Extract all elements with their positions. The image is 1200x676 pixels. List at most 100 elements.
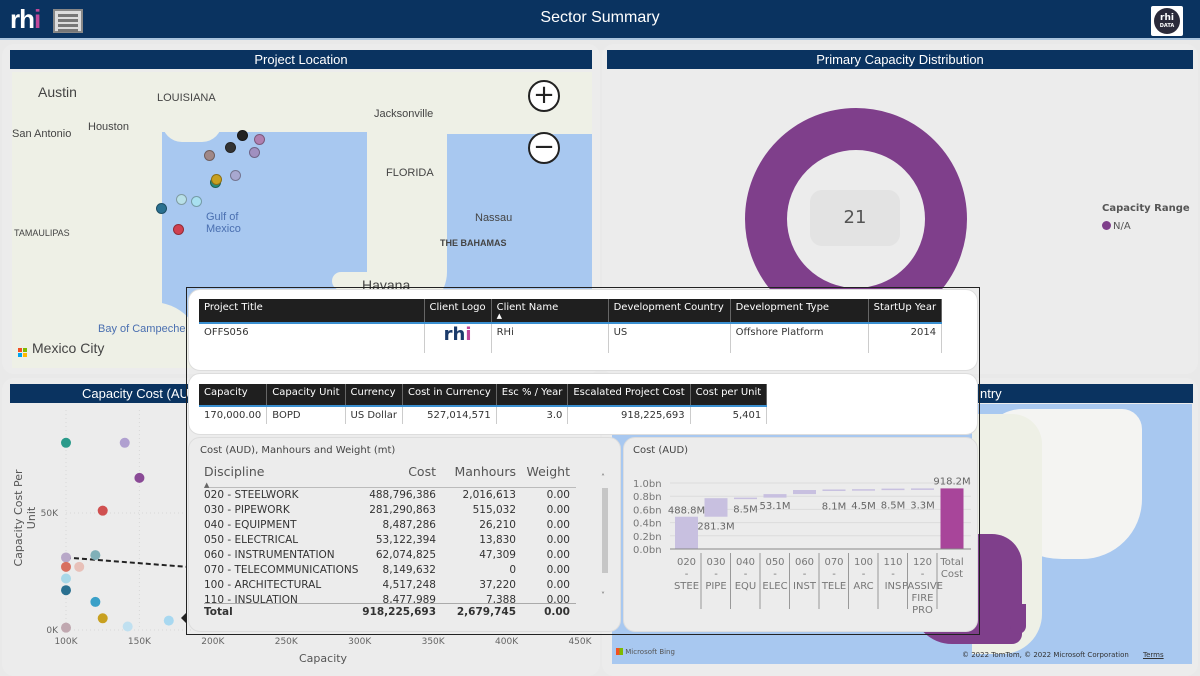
cell-cost-per-unit: 5,401: [690, 406, 768, 424]
zoom-in-button[interactable]: +: [528, 80, 560, 112]
zoom-out-button[interactable]: −: [528, 132, 560, 164]
map-label: Austin: [38, 84, 77, 100]
terms-link[interactable]: Terms: [1143, 651, 1164, 659]
project-marker[interactable]: [249, 147, 260, 158]
scatter-point[interactable]: [97, 613, 108, 624]
scatter-point[interactable]: [61, 622, 71, 633]
col-discipline[interactable]: Discipline ▲: [204, 462, 359, 489]
total-label: Total: [204, 606, 233, 618]
data-label: 8.5M: [733, 505, 758, 516]
project-marker[interactable]: [254, 134, 265, 145]
col-development-type[interactable]: Development Type: [730, 299, 869, 323]
project-marker[interactable]: [211, 174, 222, 185]
col-manhours[interactable]: Manhours: [436, 462, 516, 487]
col-client-name[interactable]: Client Name ▲: [491, 299, 609, 323]
x-tick-label: -: [832, 569, 836, 580]
cell-cost: 8,487,286: [382, 519, 436, 531]
project-marker[interactable]: [191, 196, 202, 207]
x-tick-label: -: [921, 569, 925, 580]
x-tick-label: -: [803, 569, 807, 580]
table-row[interactable]: 100 - ARCHITECTURAL 4,517,248 37,220 0.00: [204, 578, 576, 593]
cell-manhours: 13,830: [479, 534, 516, 546]
data-label: 281.3M: [697, 522, 734, 533]
project-marker[interactable]: [173, 224, 184, 235]
scatter-point[interactable]: [74, 561, 85, 572]
col-esc-per-year[interactable]: Esc % / Year: [496, 384, 569, 406]
waterfall-bar[interactable]: [793, 490, 816, 495]
cell-weight: 0.00: [546, 564, 570, 576]
waterfall-bar[interactable]: [911, 488, 934, 490]
scatter-point[interactable]: [97, 505, 108, 516]
scatter-point[interactable]: [90, 596, 101, 607]
col-cost-per-unit[interactable]: Cost per Unit: [690, 384, 768, 406]
waterfall-bar[interactable]: [822, 489, 846, 491]
map-label: THE BAHAMAS: [440, 238, 507, 248]
table-row[interactable]: 060 - INSTRUMENTATION 62,074,825 47,309 0.0…: [204, 548, 576, 563]
cell-currency: US Dollar: [345, 406, 403, 424]
waterfall-bar[interactable]: [704, 498, 728, 517]
col-project-title[interactable]: Project Title: [199, 299, 425, 323]
waterfall-bar[interactable]: [940, 488, 964, 549]
col-escalated-cost[interactable]: Escalated Project Cost: [567, 384, 691, 406]
map-label: Gulf of Mexico: [206, 211, 241, 235]
scatter-point[interactable]: [119, 437, 130, 448]
table-row[interactable]: 070 - TELECOMMUNICATIONS 8,149,632 0 0.00: [204, 563, 576, 578]
project-marker[interactable]: [237, 130, 248, 141]
scatter-point[interactable]: [134, 472, 145, 483]
scatter-point[interactable]: [61, 561, 71, 572]
x-tick-label: PRO: [912, 605, 933, 616]
data-label: 918.2M: [933, 476, 970, 487]
col-weight[interactable]: Weight: [516, 462, 570, 487]
table-row[interactable]: 050 - ELECTRICAL 53,122,394 13,830 0.00: [204, 533, 576, 548]
project-marker[interactable]: [230, 170, 241, 181]
waterfall-bar[interactable]: [763, 494, 787, 498]
legend-item-na[interactable]: N/A: [1102, 221, 1131, 232]
col-cost-in-currency[interactable]: Cost in Currency: [402, 384, 497, 406]
scatter-point[interactable]: [61, 573, 71, 584]
cell-weight: 0.00: [546, 579, 570, 591]
project-marker[interactable]: [225, 142, 236, 153]
x-tick-label: 450K: [568, 637, 592, 647]
scrollbar-thumb[interactable]: [602, 488, 608, 573]
col-client-logo[interactable]: Client Logo: [424, 299, 492, 323]
waterfall-bar[interactable]: [881, 488, 905, 491]
waterfall-bar[interactable]: [675, 516, 698, 549]
discipline-card-title: Cost (AUD), Manhours and Weight (mt): [200, 445, 396, 456]
scatter-point[interactable]: [61, 552, 71, 563]
waterfall-bar[interactable]: [734, 497, 757, 500]
bing-logo: Microsoft Bing: [616, 648, 675, 656]
rhi-data-badge[interactable]: rhi DATA: [1151, 6, 1183, 36]
col-development-country[interactable]: Development Country: [608, 299, 731, 323]
table-row[interactable]: 020 - STEELWORK 488,796,386 2,016,613 0.00: [204, 488, 576, 503]
capacity-distribution-title: Primary Capacity Distribution: [607, 50, 1193, 69]
table-row[interactable]: 040 - EQUIPMENT 8,487,286 26,210 0.00: [204, 518, 576, 533]
donut-center-value: 21: [810, 190, 900, 246]
scatter-point[interactable]: [163, 615, 174, 626]
table-row[interactable]: 110 - INSULATION 8,477,989 7,388 0.00: [204, 593, 576, 603]
data-label: 53.1M: [760, 501, 791, 512]
col-capacity-unit[interactable]: Capacity Unit: [266, 384, 346, 406]
project-marker[interactable]: [176, 194, 187, 205]
scatter-point[interactable]: [61, 585, 71, 596]
x-tick-label: -: [714, 569, 718, 580]
cell-manhours: 0: [509, 564, 516, 576]
table-row[interactable]: 030 - PIPEWORK 281,290,863 515,032 0.00: [204, 503, 576, 518]
col-capacity[interactable]: Capacity: [199, 384, 268, 406]
cell-client-name: RHi: [491, 323, 609, 353]
project-marker[interactable]: [204, 150, 215, 161]
scroll-down-icon[interactable]: ˅: [601, 591, 605, 600]
x-tick-label: 030: [706, 557, 725, 568]
col-startup-year[interactable]: StartUp Year: [868, 299, 943, 323]
total-manhours: 2,679,745: [456, 606, 516, 618]
scroll-up-icon[interactable]: ˄: [601, 473, 605, 482]
map-label: San Antonio: [12, 128, 72, 140]
x-tick-label: FIRE: [912, 593, 934, 604]
scatter-point[interactable]: [61, 437, 71, 448]
scatter-point[interactable]: [122, 621, 133, 632]
project-marker[interactable]: [156, 203, 167, 214]
col-currency[interactable]: Currency: [345, 384, 403, 406]
scatter-point[interactable]: [90, 550, 101, 561]
cell-startup-year: 2014: [868, 323, 943, 353]
col-cost[interactable]: Cost: [359, 462, 436, 487]
waterfall-bar[interactable]: [852, 489, 875, 491]
